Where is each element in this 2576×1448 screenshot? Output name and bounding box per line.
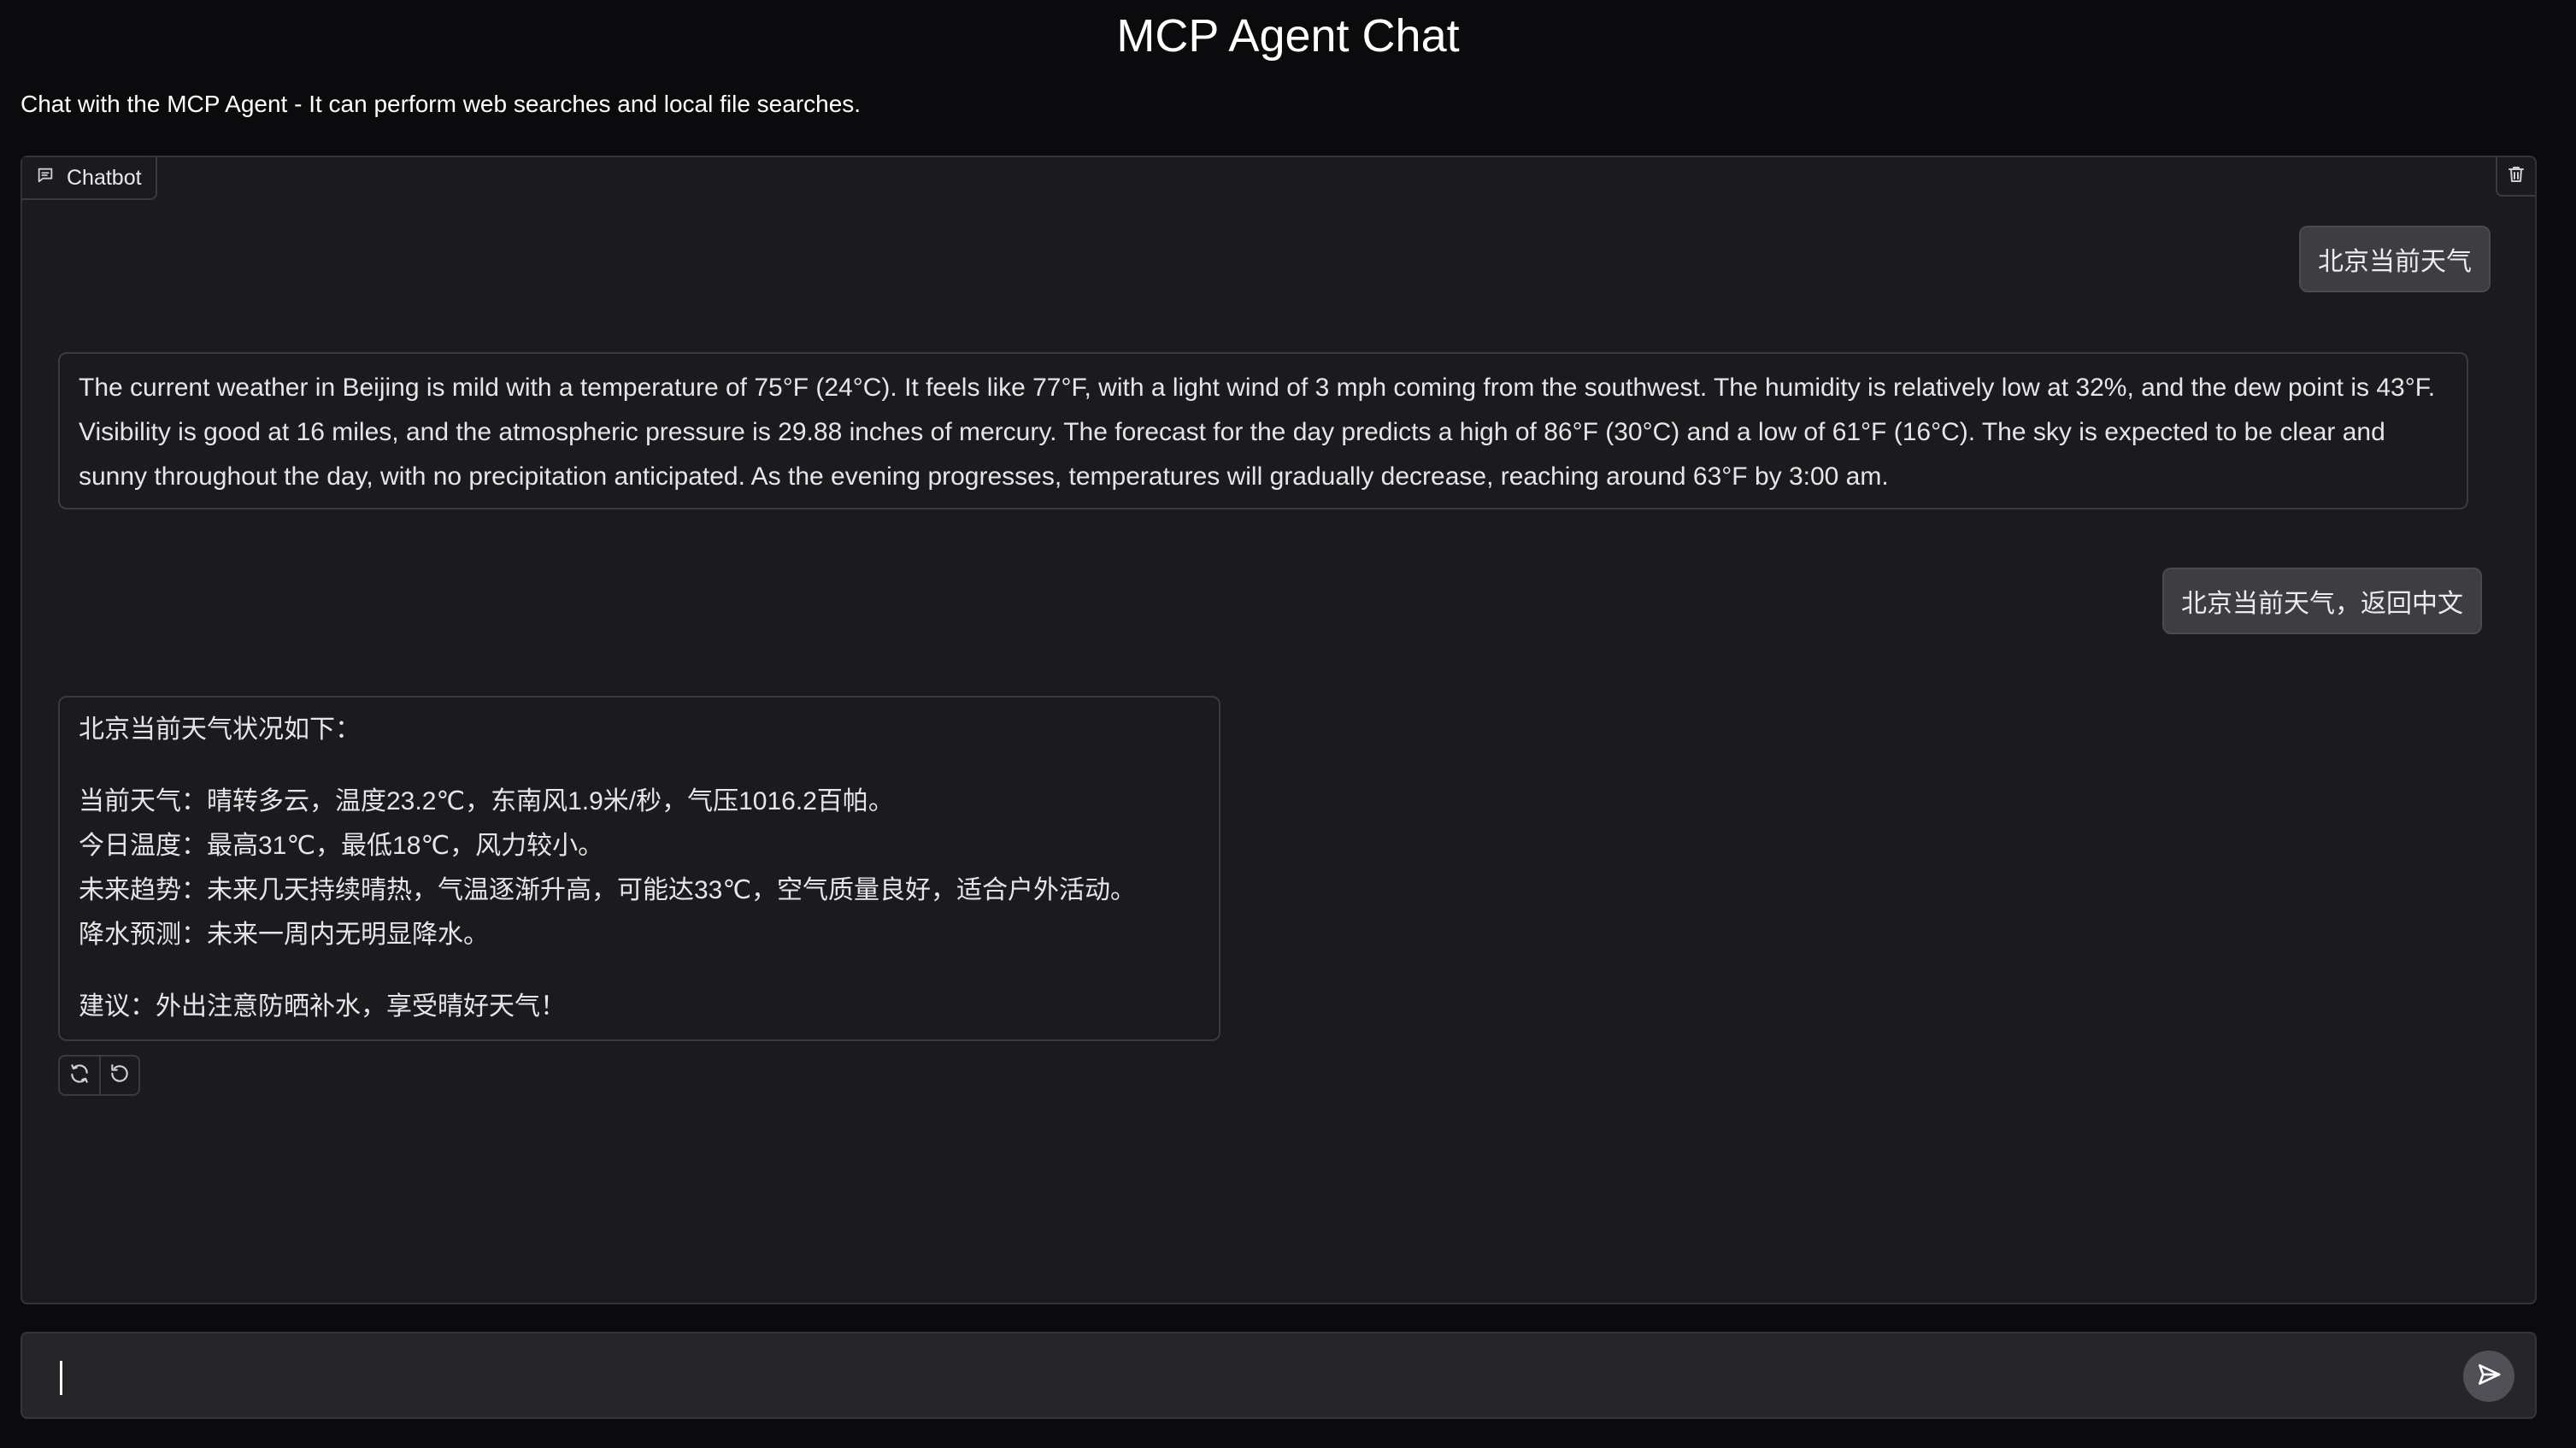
message-text: The current weather in Beijing is mild w… [79,374,2436,491]
clear-chat-button[interactable] [2496,157,2535,197]
send-icon [2475,1361,2502,1392]
chat-bubble-icon [36,166,55,191]
assistant-message: The current weather in Beijing is mild w… [58,352,2468,509]
message-line: 今日温度：最高31℃，最低18℃，风力较小。 [79,832,604,860]
retry-button[interactable] [60,1057,99,1094]
undo-button[interactable] [99,1057,138,1094]
message-input[interactable] [41,1349,2451,1404]
message-text: 北京当前天气，返回中文 [2181,590,2463,618]
message-input-bar [21,1332,2537,1419]
user-message: 北京当前天气，返回中文 [2162,568,2482,634]
message-line: 建议：外出注意防晒补水，享受晴好天气！ [79,992,566,1021]
assistant-message: 北京当前天气状况如下： 当前天气：晴转多云，温度23.2℃，东南风1.9米/秒，… [58,696,1220,1041]
text-caret [60,1361,62,1395]
user-message: 北京当前天气 [2299,226,2491,292]
message-text: 北京当前天气 [2318,248,2472,276]
send-button[interactable] [2463,1351,2514,1402]
chatbot-panel: Chatbot 北京当前天气 The current weather in Be… [21,156,2537,1304]
page-description: Chat with the MCP Agent - It can perform… [21,91,862,117]
message-line: 当前天气：晴转多云，温度23.2℃，东南风1.9米/秒，气压1016.2百帕。 [79,787,894,815]
page-title: MCP Agent Chat [1116,10,1460,62]
message-line: 未来趋势：未来几天持续晴热，气温逐渐升高，可能达33℃，空气质量良好，适合户外活… [79,876,1137,904]
undo-icon [109,1062,131,1089]
trash-icon [2506,164,2526,189]
chatbot-label: Chatbot [22,157,157,200]
message-line: 降水预测：未来一周内无明显降水。 [79,921,489,949]
message-actions [58,1055,140,1096]
retry-icon [68,1062,91,1089]
message-line: 北京当前天气状况如下： [79,715,361,744]
chatbot-label-text: Chatbot [67,165,142,190]
